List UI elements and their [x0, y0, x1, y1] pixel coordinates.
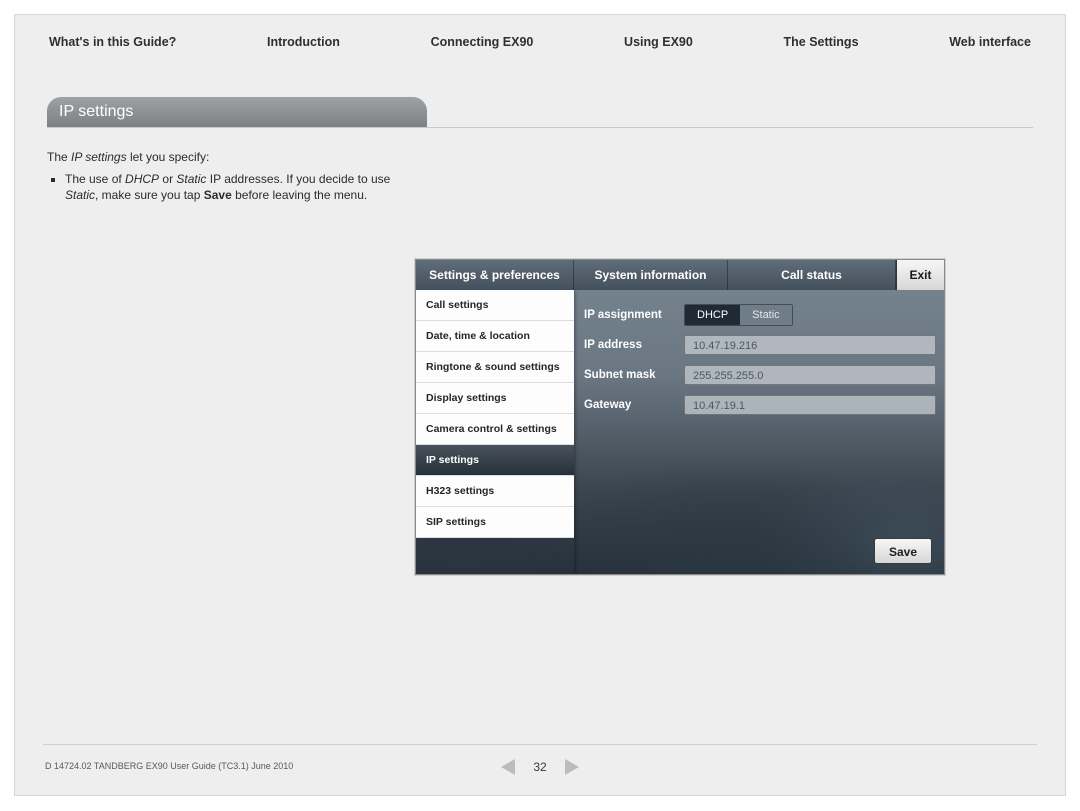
- nav-item-using[interactable]: Using EX90: [624, 35, 693, 49]
- field-gateway[interactable]: 10.47.19.1: [684, 395, 936, 415]
- intro-post: let you specify:: [127, 150, 210, 164]
- pager: 32: [15, 759, 1065, 775]
- bullet-seg: IP addresses. If you decide to use: [206, 172, 390, 186]
- device-screenshot: Settings & preferences System informatio…: [415, 259, 945, 575]
- side-item-display[interactable]: Display settings: [416, 383, 574, 414]
- side-item-ringtone[interactable]: Ringtone & sound settings: [416, 352, 574, 383]
- nav-item-settings[interactable]: The Settings: [784, 35, 859, 49]
- device-tabs: Settings & preferences System informatio…: [416, 260, 944, 290]
- label-gateway: Gateway: [584, 399, 684, 411]
- side-item-call-settings[interactable]: Call settings: [416, 290, 574, 321]
- label-ip-assignment: IP assignment: [584, 309, 684, 321]
- label-ip-address: IP address: [584, 339, 684, 351]
- nav-item-introduction[interactable]: Introduction: [267, 35, 340, 49]
- document-page: What's in this Guide? Introduction Conne…: [14, 14, 1066, 796]
- device-tab-call-status[interactable]: Call status: [728, 260, 896, 290]
- section-divider: [47, 127, 1033, 128]
- bullet-em: Static: [176, 172, 206, 186]
- device-tab-exit-button[interactable]: Exit: [896, 260, 944, 290]
- device-tab-preferences[interactable]: Settings & preferences: [416, 260, 574, 290]
- field-subnet[interactable]: 255.255.255.0: [684, 365, 936, 385]
- segment-ip-assignment: DHCP Static: [684, 304, 793, 326]
- device-sidebar: Call settings Date, time & location Ring…: [416, 290, 574, 574]
- bullet-seg: The use of: [65, 172, 125, 186]
- segment-option-static[interactable]: Static: [740, 305, 792, 325]
- nav-item-web-interface[interactable]: Web interface: [949, 35, 1031, 49]
- segment-option-dhcp[interactable]: DHCP: [685, 305, 740, 325]
- nav-item-whats-in-guide[interactable]: What's in this Guide?: [49, 35, 176, 49]
- side-item-sip[interactable]: SIP settings: [416, 507, 574, 538]
- bullet-em: DHCP: [125, 172, 159, 186]
- bullet-em: Static: [65, 188, 95, 202]
- section-title-tab: IP settings: [47, 97, 427, 127]
- bullet-seg: before leaving the menu.: [232, 188, 367, 202]
- top-nav: What's in this Guide? Introduction Conne…: [15, 35, 1065, 49]
- device-settings-panel: IP assignment DHCP Static IP address 10.…: [584, 300, 936, 420]
- prev-page-icon[interactable]: [501, 759, 515, 775]
- nav-item-connecting[interactable]: Connecting EX90: [431, 35, 534, 49]
- bullet-seg: or: [159, 172, 176, 186]
- field-ip-address[interactable]: 10.47.19.216: [684, 335, 936, 355]
- side-item-camera[interactable]: Camera control & settings: [416, 414, 574, 445]
- side-item-ip-settings[interactable]: IP settings: [416, 445, 574, 476]
- side-item-h323[interactable]: H323 settings: [416, 476, 574, 507]
- page-number: 32: [533, 760, 546, 774]
- label-subnet: Subnet mask: [584, 369, 684, 381]
- intro-em: IP settings: [71, 150, 127, 164]
- next-page-icon[interactable]: [565, 759, 579, 775]
- save-button[interactable]: Save: [874, 538, 932, 564]
- bullet-bold: Save: [204, 188, 232, 202]
- device-tab-system-info[interactable]: System information: [574, 260, 728, 290]
- intro-text: The: [47, 150, 71, 164]
- bullet-item: The use of DHCP or Static IP addresses. …: [65, 171, 407, 203]
- footer-divider: [43, 744, 1037, 745]
- body-text: The IP settings let you specify: The use…: [47, 149, 407, 204]
- bullet-seg: , make sure you tap: [95, 188, 204, 202]
- side-item-date-time[interactable]: Date, time & location: [416, 321, 574, 352]
